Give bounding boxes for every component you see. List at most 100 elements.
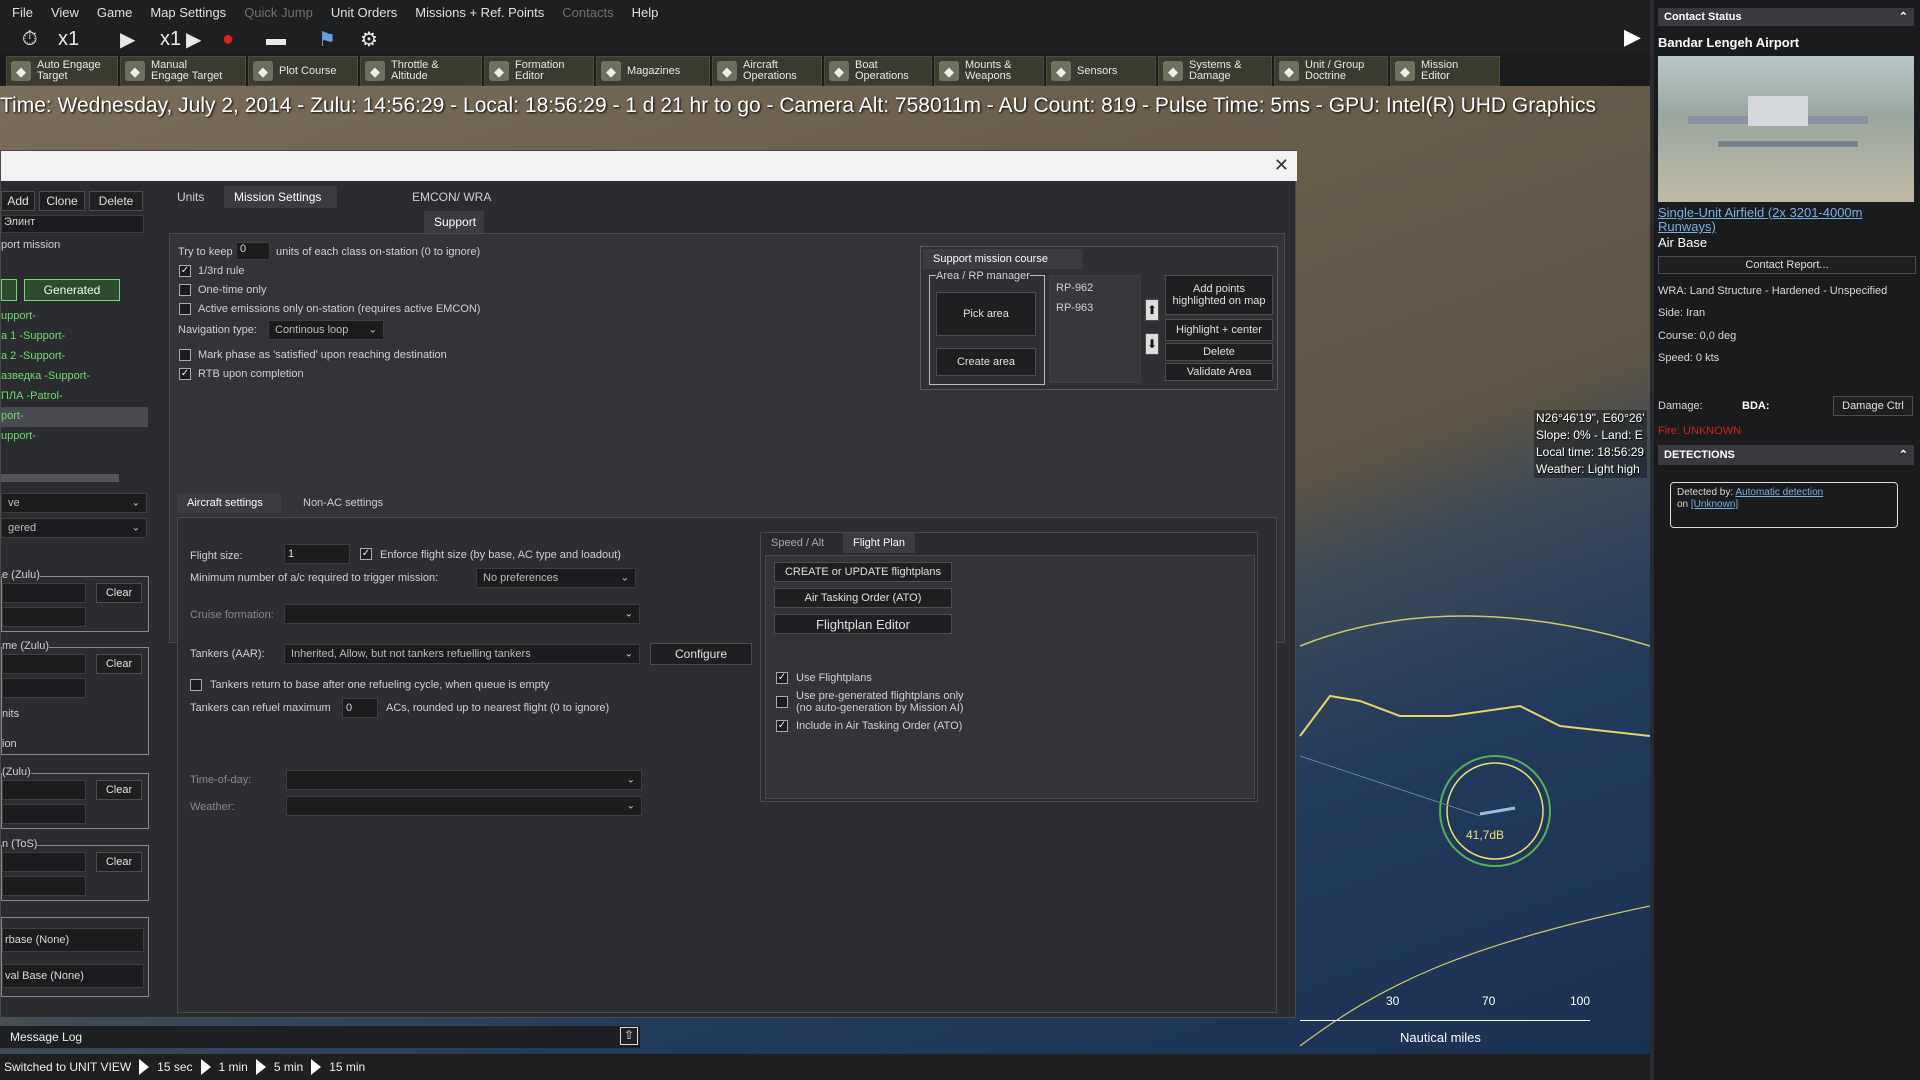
toolbar-button-systems[interactable]: ◆ Systems & Damage — [1158, 56, 1272, 86]
tab-flight-plan[interactable]: Flight Plan — [843, 533, 915, 553]
menu-unit-orders[interactable]: Unit Orders — [331, 5, 397, 20]
auto-detection-link[interactable]: Automatic detection — [1735, 487, 1823, 498]
dialog-title-bar[interactable]: ✕ — [1, 151, 1297, 181]
trigger-select[interactable]: gered ⌄ — [1, 518, 147, 538]
toolbar-button-formation[interactable]: ◆ Formation Editor — [484, 56, 594, 86]
menu-help[interactable]: Help — [632, 5, 659, 20]
toolbar-button-boat[interactable]: ◆ Boat Operations — [824, 56, 932, 86]
delete-button[interactable]: Delete — [89, 191, 143, 211]
clear-button[interactable]: Clear — [96, 852, 142, 872]
date-field[interactable] — [2, 583, 86, 603]
unknown-link[interactable]: [Unknown] — [1691, 499, 1738, 510]
tab-mission-settings[interactable]: Mission Settings — [224, 186, 337, 208]
mission-list-item[interactable]: ПЛА -Patrol- — [1, 390, 63, 402]
clear-button[interactable]: Clear — [96, 780, 142, 800]
play-icon[interactable] — [255, 1059, 266, 1075]
mission-name-field[interactable]: Элинт — [1, 215, 144, 233]
reference-point-list[interactable]: RP-962 RP-963 — [1049, 275, 1141, 383]
naval-base-field[interactable]: val Base (None) — [2, 964, 144, 988]
clone-button[interactable]: Clone — [39, 191, 85, 211]
pick-area-button[interactable]: Pick area — [936, 292, 1036, 336]
create-flightplans-button[interactable]: CREATE or UPDATE flightplans — [774, 562, 952, 582]
selected-mission-row[interactable]: port- — [1, 407, 148, 427]
time-of-day-select[interactable]: ⌄ — [286, 770, 642, 790]
mission-list-item[interactable]: азведка -Support- — [1, 370, 90, 382]
menu-missions[interactable]: Missions + Ref. Points — [415, 5, 544, 20]
close-icon[interactable]: ✕ — [1274, 155, 1289, 176]
rule-13-checkbox[interactable]: ✓ — [179, 265, 191, 277]
menu-file[interactable]: File — [12, 5, 33, 20]
play-icon[interactable] — [139, 1059, 150, 1075]
use-flightplans-checkbox[interactable]: ✓ — [776, 672, 788, 684]
include-ato-checkbox[interactable]: ✓ — [776, 720, 788, 732]
collapse-icon[interactable]: ⌃ — [1899, 445, 1908, 465]
date-field[interactable] — [2, 654, 86, 674]
status-toggle[interactable] — [1, 279, 17, 301]
list-scrollbar[interactable] — [1, 474, 119, 482]
step-icon[interactable]: ▶ — [186, 27, 201, 51]
tankers-return-checkbox[interactable] — [190, 679, 202, 691]
create-area-button[interactable]: Create area — [936, 348, 1036, 376]
menu-game[interactable]: Game — [97, 5, 132, 20]
contact-type-link[interactable]: Single-Unit Airfield (2x 3201-4000m Runw… — [1658, 206, 1914, 234]
message-log-bar[interactable]: Message Log ⇧ — [0, 1026, 640, 1048]
toolbar-button-aircraft[interactable]: ◆ Aircraft Operations — [712, 56, 822, 86]
airbase-field[interactable]: rbase (None) — [2, 928, 144, 952]
toolbar-button-plot-course[interactable]: ◆ Plot Course — [248, 56, 358, 86]
highlight-center-button[interactable]: Highlight + center — [1165, 319, 1273, 341]
tab-non-ac-settings[interactable]: Non-AC settings — [293, 493, 393, 513]
rtb-checkbox[interactable]: ✓ — [179, 368, 191, 380]
reference-point-item[interactable]: RP-963 — [1056, 302, 1093, 314]
time-field[interactable] — [2, 804, 86, 824]
delete-point-button[interactable]: Delete — [1165, 343, 1273, 361]
date-field[interactable] — [2, 852, 86, 872]
reference-point-item[interactable]: RP-962 — [1056, 282, 1093, 294]
time-field[interactable] — [2, 607, 86, 627]
toolbar-button-throttle[interactable]: ◆ Throttle & Altitude — [360, 56, 482, 86]
tab-speed-alt[interactable]: Speed / Alt — [761, 533, 834, 553]
add-button[interactable]: Add — [1, 191, 35, 211]
tab-units[interactable]: Units — [167, 186, 214, 208]
step-1min[interactable]: 1 min — [219, 1060, 248, 1074]
flightplan-editor-button[interactable]: Flightplan Editor — [774, 614, 952, 634]
collapse-icon[interactable]: ⌃ — [1899, 8, 1908, 26]
detections-header[interactable]: DETECTIONS ⌃ — [1658, 445, 1914, 465]
menu-view[interactable]: View — [51, 5, 79, 20]
time-field[interactable] — [2, 678, 86, 698]
gear-icon[interactable]: ⚙ — [360, 27, 378, 51]
record-icon[interactable]: ● — [222, 27, 234, 51]
tab-aircraft-settings[interactable]: Aircraft settings — [177, 493, 281, 513]
time-field[interactable] — [2, 876, 86, 896]
cruise-formation-select[interactable]: ⌄ — [284, 604, 640, 624]
clear-button[interactable]: Clear — [96, 654, 142, 674]
unit-icon[interactable]: ▬ — [266, 27, 286, 51]
tankers-select[interactable]: Inherited, Allow, but not tankers refuel… — [284, 644, 640, 664]
try-keep-input[interactable]: 0 — [236, 242, 270, 260]
expand-panel-icon[interactable]: ▶ — [1624, 24, 1641, 50]
damage-ctrl-button[interactable]: Damage Ctrl — [1833, 396, 1913, 416]
expand-up-icon[interactable]: ⇧ — [620, 1027, 638, 1045]
step-5min[interactable]: 5 min — [274, 1060, 303, 1074]
ato-button[interactable]: Air Tasking Order (ATO) — [774, 588, 952, 608]
pregen-checkbox[interactable] — [776, 696, 788, 708]
toolbar-button-manual-engage[interactable]: ◆ Manual Engage Target — [120, 56, 246, 86]
nav-type-select[interactable]: Continous loop ⌄ — [268, 320, 384, 340]
active-emissions-checkbox[interactable] — [179, 303, 191, 315]
toolbar-button-mission-editor[interactable]: ◆ Mission Editor — [1390, 56, 1500, 86]
play-icon[interactable] — [311, 1059, 322, 1075]
mission-list-item[interactable]: a 2 -Support- — [1, 350, 65, 362]
toolbar-button-doctrine[interactable]: ◆ Unit / Group Doctrine — [1274, 56, 1388, 86]
toolbar-button-magazines[interactable]: ◆ Magazines — [596, 56, 710, 86]
status-select[interactable]: ve ⌄ — [1, 493, 147, 513]
play-icon[interactable]: ▶ — [120, 27, 135, 51]
mission-list-item[interactable]: upport- — [1, 310, 36, 322]
menu-map-settings[interactable]: Map Settings — [150, 5, 226, 20]
min-ac-select[interactable]: No preferences ⌄ — [476, 568, 636, 588]
configure-button[interactable]: Configure — [650, 643, 752, 665]
move-up-icon[interactable]: ⬆ — [1145, 299, 1159, 321]
generated-button[interactable]: Generated — [24, 279, 120, 301]
tab-emcon[interactable]: EMCON/ WRA — [402, 186, 501, 208]
tankers-max-input[interactable]: 0 — [342, 698, 378, 718]
add-points-button[interactable]: Add points highlighted on map — [1165, 275, 1273, 315]
move-down-icon[interactable]: ⬇ — [1145, 333, 1159, 355]
